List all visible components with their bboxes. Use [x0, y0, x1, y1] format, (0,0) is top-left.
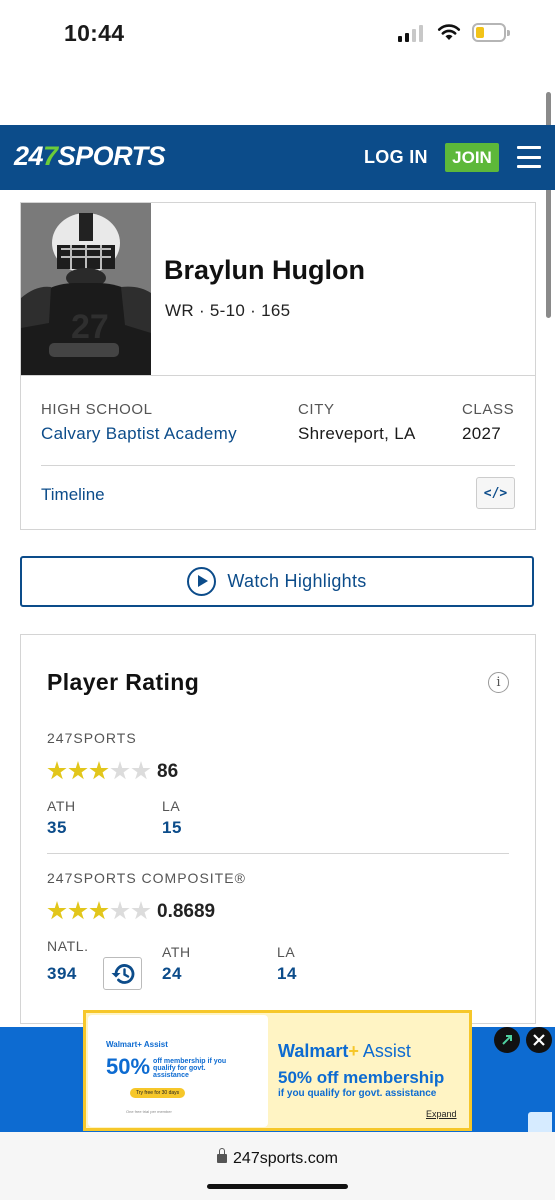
watch-highlights-button[interactable]: Watch Highlights	[20, 556, 534, 607]
divider	[41, 465, 515, 466]
url-text: 247sports.com	[233, 1150, 338, 1167]
history-icon[interactable]	[103, 957, 142, 990]
high-school-label: HIGH SCHOOL	[41, 401, 153, 418]
browser-address-bar[interactable]: 247sports.com	[0, 1132, 555, 1200]
rank-label: LA	[277, 944, 296, 960]
city-value: Shreveport, LA	[298, 424, 416, 443]
ad-headline: 50% off membership	[278, 1068, 445, 1087]
wifi-icon	[437, 24, 461, 40]
cellular-signal-icon	[398, 24, 423, 42]
player-rating-card: Player Rating i 247SPORTS 86 ATH 35 LA 1…	[20, 634, 536, 1024]
play-icon	[187, 567, 217, 596]
player-meta: WR · 5-10 · 165	[165, 301, 291, 320]
composite-rating-label: 247SPORTS COMPOSITE®	[47, 870, 246, 886]
ad-mini-text: off membership if you qualify for govt. …	[153, 1058, 227, 1079]
rank-label: ATH	[162, 944, 191, 960]
ad-subline: if you qualify for govt. assistance	[278, 1088, 437, 1099]
ad-close-icon[interactable]	[526, 1027, 552, 1053]
ad-brand: Walmart+ Assist	[278, 1041, 411, 1061]
star-icon	[89, 901, 109, 920]
composite-score: 0.8689	[157, 901, 216, 922]
svg-text:27: 27	[71, 308, 109, 346]
site-logo[interactable]: 247SPORTS	[14, 141, 166, 172]
ad-mini-brand: Walmart+ Assist	[106, 1040, 168, 1049]
star-icon	[110, 761, 130, 780]
player-rating-title: Player Rating	[47, 669, 200, 695]
class-value: 2027	[462, 424, 502, 443]
star-icon	[47, 901, 67, 920]
menu-icon[interactable]	[517, 146, 541, 168]
site-header: 247SPORTS LOG IN JOIN	[0, 125, 555, 190]
composite-star-rating	[47, 901, 151, 921]
embed-code-icon[interactable]: </>	[476, 477, 515, 509]
rank-label: LA	[162, 798, 181, 814]
ad-mini-creative: Walmart+ Assist 50% off membership if you…	[88, 1015, 268, 1127]
ad-copy: Walmart+ Assist 50% off membership if yo…	[278, 1041, 444, 1099]
join-button[interactable]: JOIN	[445, 143, 499, 172]
rank-value-ath[interactable]: 35	[47, 818, 67, 838]
status-bar: 10:44	[0, 0, 555, 70]
watch-highlights-label: Watch Highlights	[227, 571, 367, 591]
ad-mini-fine-print: One free trial per member	[126, 1109, 172, 1114]
lock-icon	[217, 1148, 228, 1163]
rank-value-state[interactable]: 15	[162, 818, 182, 838]
rank-value-national[interactable]: 394	[47, 964, 77, 984]
home-indicator[interactable]	[207, 1184, 348, 1189]
class-label: CLASS	[462, 401, 515, 418]
star-icon	[131, 901, 151, 920]
player-profile-card: 27 Braylun Huglon WR · 5-10 · 165 HIGH S…	[20, 202, 536, 530]
player-photo: 27	[21, 203, 151, 375]
rank-label: ATH	[47, 798, 76, 814]
status-time: 10:44	[64, 20, 125, 46]
247sports-star-rating	[47, 761, 151, 781]
star-icon	[68, 761, 88, 780]
247sports-score: 86	[157, 761, 179, 782]
player-name: Braylun Huglon	[164, 255, 365, 285]
ad-banner[interactable]: Walmart+ Assist 50% off membership if you…	[83, 1010, 472, 1131]
star-icon	[89, 761, 109, 780]
rank-value-ath[interactable]: 24	[162, 964, 182, 984]
rank-label: NATL.	[47, 938, 89, 954]
adchoices-icon[interactable]	[528, 1112, 552, 1132]
ad-expand-link[interactable]: Expand	[426, 1109, 457, 1119]
battery-icon	[472, 23, 510, 42]
rank-value-state[interactable]: 14	[277, 964, 297, 984]
247sports-rating-label: 247SPORTS	[47, 730, 137, 746]
info-icon[interactable]: i	[488, 672, 509, 693]
star-icon	[47, 761, 67, 780]
divider	[21, 375, 535, 376]
city-label: CITY	[298, 401, 335, 418]
high-school-link[interactable]: Calvary Baptist Academy	[41, 424, 237, 444]
ad-mini-cta: Try free for 30 days	[130, 1088, 186, 1098]
login-link[interactable]: LOG IN	[364, 147, 428, 168]
star-icon	[110, 901, 130, 920]
divider	[47, 853, 509, 854]
url-display[interactable]: 247sports.com	[0, 1148, 555, 1168]
star-icon	[68, 901, 88, 920]
ad-mini-percent: 50%	[106, 1054, 151, 1079]
star-icon	[131, 761, 151, 780]
timeline-link[interactable]: Timeline	[41, 485, 105, 505]
ad-link-icon[interactable]	[494, 1027, 520, 1053]
